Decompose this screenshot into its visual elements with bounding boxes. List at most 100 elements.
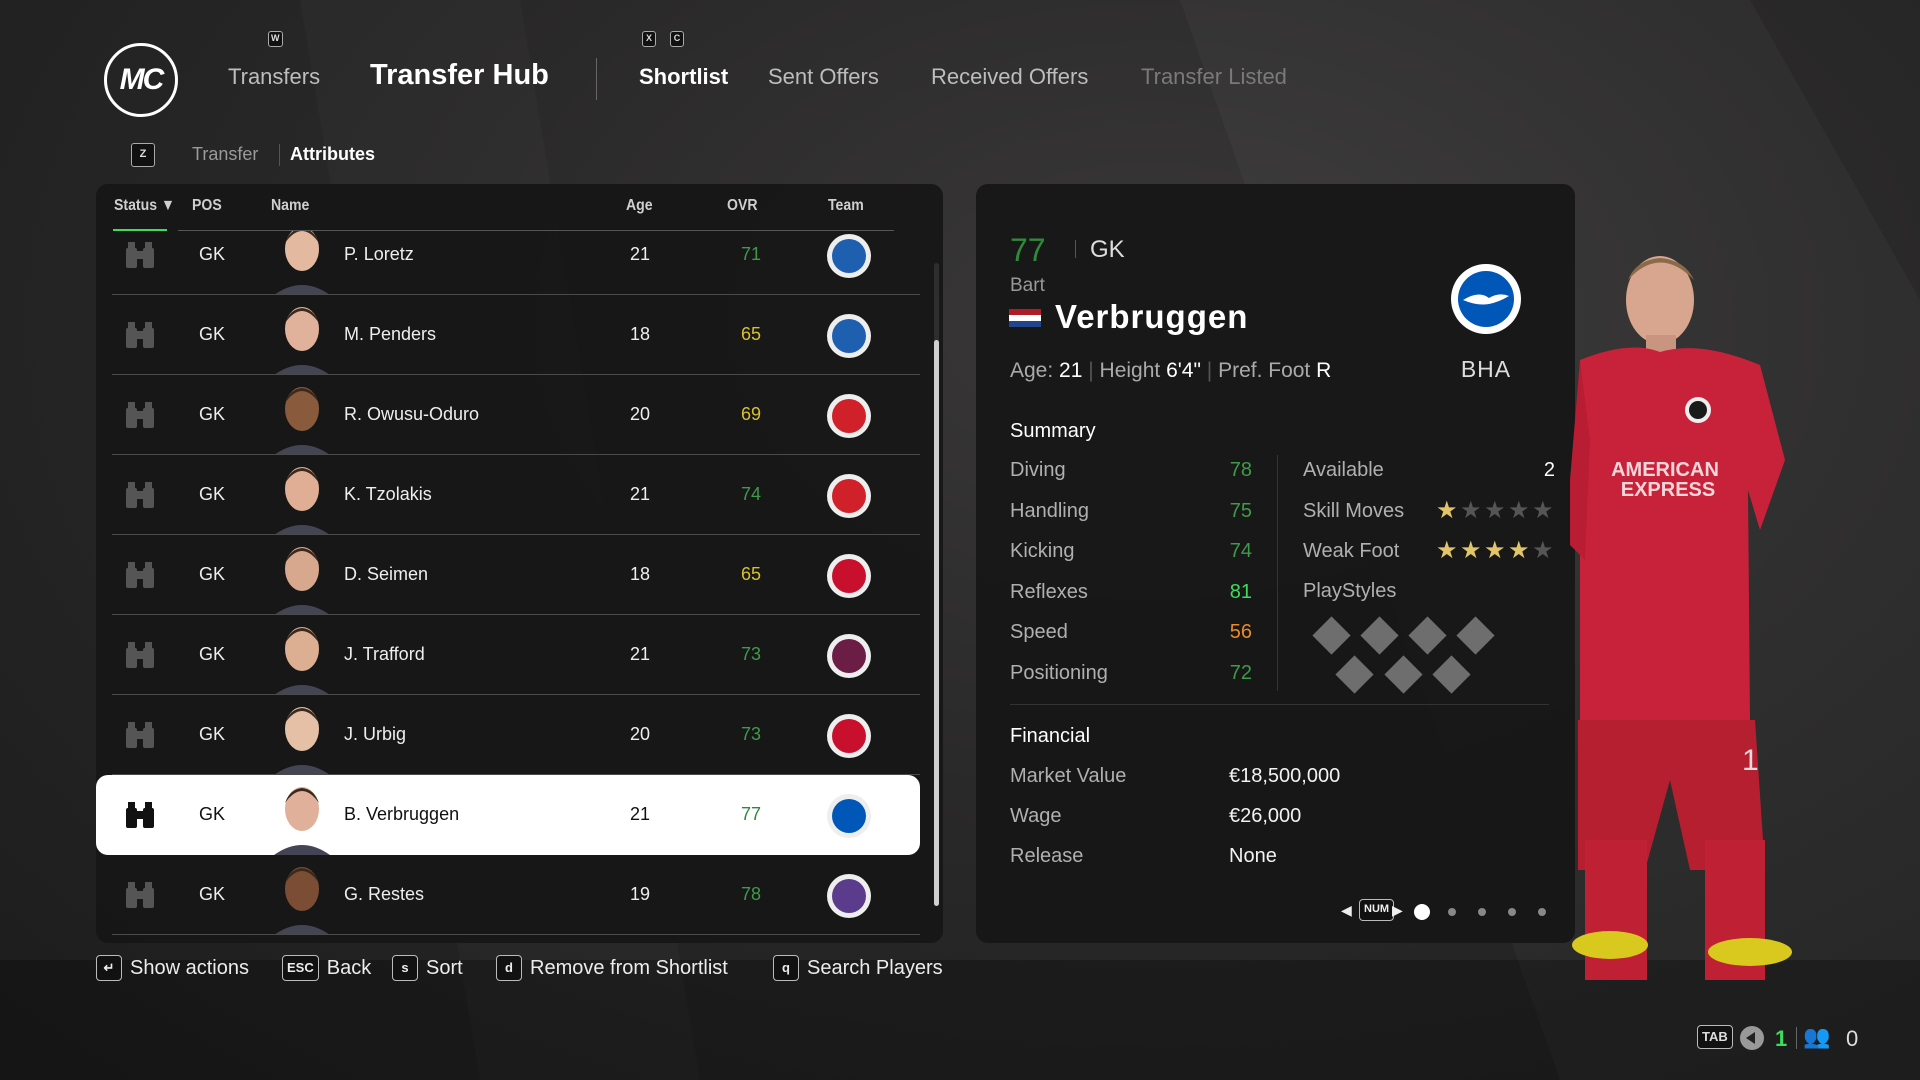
ovr-divider [1075, 240, 1076, 258]
table-row[interactable]: GK B. Verbruggen 21 77 [96, 775, 920, 855]
column-header-status[interactable]: Status ▼ [114, 197, 175, 215]
column-header-team[interactable]: Team [828, 197, 864, 215]
attribute-label: Positioning [1010, 661, 1108, 684]
player-ovr: 77 [740, 804, 762, 824]
summary-title: Summary [1010, 420, 1096, 442]
player-pos: GK [199, 484, 226, 504]
binoculars-icon [124, 482, 156, 508]
page-dot[interactable] [1538, 908, 1546, 916]
player-pos: GK [199, 804, 226, 824]
enter-key-icon: ↵ [96, 955, 122, 981]
player-photo [274, 857, 330, 935]
column-header-name[interactable]: Name [271, 197, 309, 215]
hint-sort[interactable]: s Sort [392, 955, 463, 981]
scrollbar-thumb[interactable] [934, 340, 939, 906]
pager-next-icon[interactable]: ▶ [1392, 902, 1403, 919]
table-row[interactable]: GK R. Owusu-Oduro 20 69 [96, 375, 920, 455]
player-photo [274, 297, 330, 375]
status-divider [1796, 1027, 1797, 1049]
hint-search-players[interactable]: q Search Players [773, 955, 943, 981]
tab-sent-offers[interactable]: Sent Offers [768, 64, 879, 90]
player-name: G. Restes [344, 884, 425, 904]
star-icon: ★ [1484, 537, 1506, 564]
pager-prev-icon[interactable]: ◀ [1341, 902, 1352, 919]
binoculars-icon [124, 722, 156, 748]
subtab-attributes[interactable]: Attributes [290, 144, 375, 165]
player-name: J. Trafford [344, 644, 425, 664]
star-icon: ★ [1460, 497, 1482, 524]
player-photo [274, 777, 330, 855]
table-row[interactable]: GK J. Urbig 20 73 [96, 695, 920, 775]
players-icon: 👥 [1803, 1024, 1831, 1049]
player-age: 19 [629, 884, 651, 904]
player-3d-model: AMERICAN EXPRESS 1 [1570, 256, 1792, 980]
player-first-name: Bart [1010, 275, 1045, 296]
player-position: GK [1090, 236, 1125, 263]
hint-show-actions[interactable]: ↵ Show actions [96, 955, 249, 981]
skill-moves-stars: ★ ★ ★ ★ ★ [1436, 496, 1560, 524]
brighton-badge-icon [1451, 264, 1521, 334]
scrollbar-track[interactable] [934, 263, 939, 906]
team-badge-icon [824, 871, 874, 921]
binoculars-icon [124, 242, 156, 268]
players-count: 0 [1846, 1026, 1859, 1051]
binoculars-icon [124, 562, 156, 588]
star-icon: ★ [1532, 537, 1554, 564]
binoculars-icon [124, 802, 156, 828]
attribute-value: 74 [1229, 540, 1252, 562]
section-divider [1010, 704, 1549, 705]
key-hint-z: Z [131, 143, 155, 167]
star-icon: ★ [1484, 497, 1506, 524]
attribute-value: 72 [1229, 661, 1252, 684]
binoculars-icon [124, 402, 156, 428]
attribute-value: 81 [1229, 580, 1252, 603]
player-pos: GK [199, 244, 226, 264]
hint-back[interactable]: ESC Back [282, 955, 371, 981]
market-value: €18,500,000 [1229, 765, 1341, 787]
player-pos: GK [199, 724, 226, 744]
player-age: 21 [629, 804, 651, 824]
subtab-divider [279, 144, 280, 166]
subtab-transfer[interactable]: Transfer [192, 144, 258, 165]
page-dot[interactable] [1478, 908, 1486, 916]
table-row[interactable]: GK J. Trafford 21 73 [96, 615, 920, 695]
table-row[interactable]: GK M. Penders 18 65 [96, 295, 920, 375]
nav-transfers[interactable]: Transfers [228, 64, 320, 90]
player-pos: GK [199, 644, 226, 664]
player-photo [274, 617, 330, 695]
table-row[interactable]: GK P. Loretz 21 71 [96, 231, 920, 295]
tab-transfer-listed[interactable]: Transfer Listed [1141, 64, 1287, 90]
attribute-label: Reflexes [1010, 580, 1088, 603]
player-ovr: 77 [1010, 232, 1046, 268]
hint-remove-from-shortlist[interactable]: d Remove from Shortlist [496, 955, 728, 981]
column-header-age[interactable]: Age [626, 197, 653, 215]
page-dot[interactable] [1508, 908, 1516, 916]
player-last-name: Verbruggen [1055, 298, 1249, 335]
star-icon: ★ [1460, 537, 1482, 564]
market-value-label: Market Value [1010, 765, 1127, 787]
key-hint-w: W [268, 31, 283, 47]
page-dot[interactable] [1414, 904, 1430, 920]
column-header-pos[interactable]: POS [192, 197, 222, 215]
release-label: Release [1010, 845, 1084, 867]
team-badge-icon [824, 391, 874, 441]
speaker-icon [1740, 1026, 1764, 1050]
speaker-count: 1 [1775, 1026, 1788, 1051]
column-header-ovr[interactable]: OVR [727, 197, 758, 215]
pager-key: NUM [1359, 899, 1395, 921]
nav-transfer-hub[interactable]: Transfer Hub [370, 59, 549, 92]
player-photo [274, 537, 330, 615]
available-label: Available [1303, 459, 1384, 481]
binoculars-icon [124, 882, 156, 908]
tab-shortlist[interactable]: Shortlist [639, 64, 728, 90]
table-row[interactable]: GK G. Restes 19 78 [96, 855, 920, 935]
tab-received-offers[interactable]: Received Offers [931, 64, 1088, 90]
page-dot[interactable] [1448, 908, 1456, 916]
player-bio: Age: 21 | Height 6'4" | Pref. Foot R [1010, 359, 1332, 382]
table-row[interactable]: GK D. Seimen 18 65 [96, 535, 920, 615]
available-value: 2 [1543, 459, 1555, 481]
player-ovr: 73 [740, 644, 762, 664]
table-row[interactable]: GK K. Tzolakis 21 74 [96, 455, 920, 535]
team-badge-icon [824, 311, 874, 361]
attribute-value: 75 [1229, 499, 1252, 522]
